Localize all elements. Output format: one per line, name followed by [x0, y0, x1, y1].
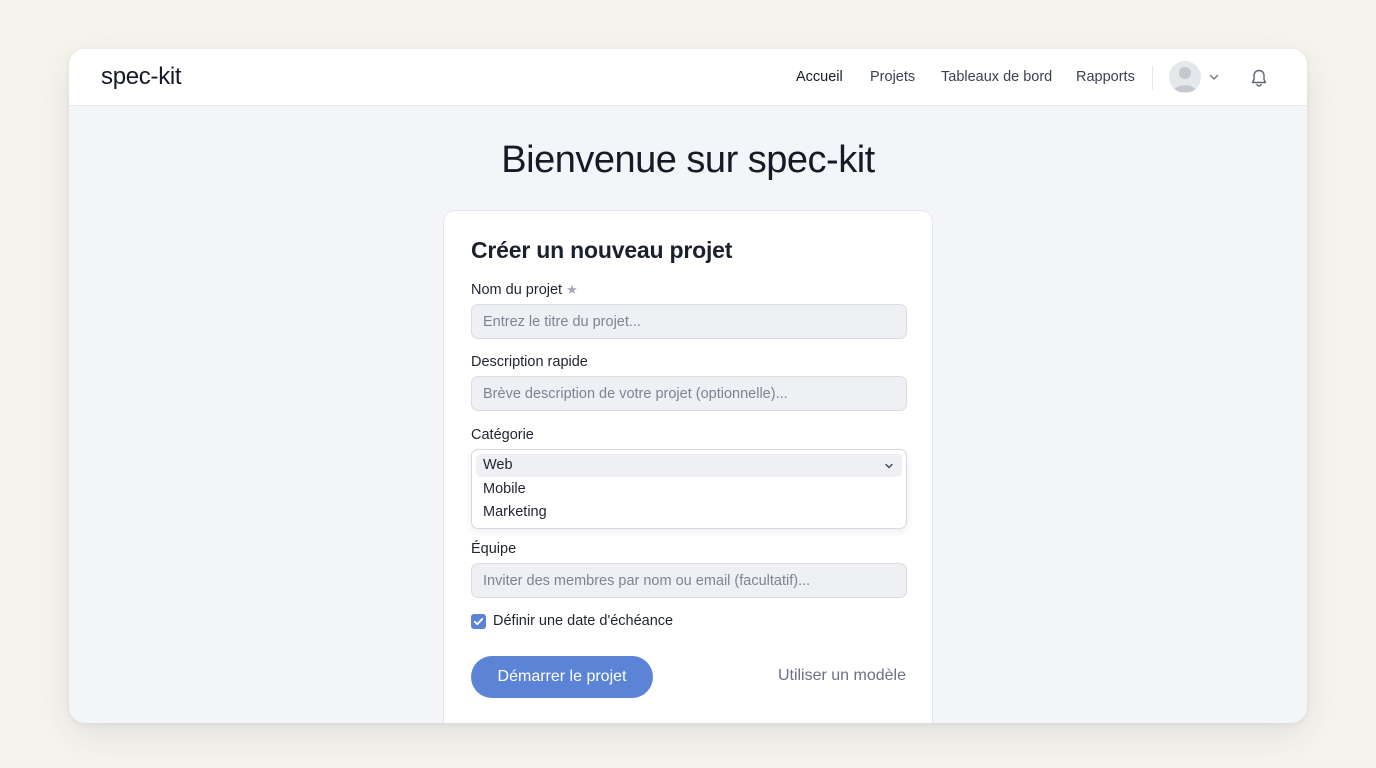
nav-divider [1152, 66, 1153, 90]
nav-item-accueil[interactable]: Accueil [796, 69, 843, 85]
category-option-web-label: Web [483, 457, 513, 473]
start-project-button[interactable]: Démarrer le projet [471, 656, 653, 698]
page-title: Bienvenue sur spec-kit [501, 139, 875, 181]
top-navigation-bar: spec-kit Accueil Projets Tableaux de bor… [69, 49, 1307, 106]
chevron-down-icon[interactable] [1208, 71, 1220, 83]
description-input[interactable] [471, 376, 907, 411]
app-window: spec-kit Accueil Projets Tableaux de bor… [69, 49, 1307, 723]
user-avatar[interactable] [1169, 61, 1201, 93]
category-option-marketing[interactable]: Marketing [476, 501, 902, 524]
required-star-icon: ★ [566, 282, 578, 297]
category-dropdown[interactable]: Web Mobile Marketing [471, 449, 907, 529]
checkmark-icon [473, 618, 484, 626]
team-label: Équipe [471, 541, 517, 557]
project-name-input[interactable] [471, 304, 907, 339]
nav-item-projets[interactable]: Projets [870, 69, 915, 85]
create-project-card: Créer un nouveau projet Nom du projet★ D… [443, 210, 933, 723]
form-title: Créer un nouveau projet [471, 237, 733, 263]
project-name-label-text: Nom du projet [471, 282, 563, 298]
nav-item-rapports[interactable]: Rapports [1076, 69, 1135, 85]
project-name-label: Nom du projet ★ [471, 282, 578, 298]
category-label: Catégorie [471, 427, 534, 443]
use-template-link[interactable]: Utiliser un modèle [778, 667, 906, 685]
bell-icon[interactable] [1248, 67, 1270, 89]
chevron-down-icon[interactable] [884, 461, 894, 471]
team-input[interactable] [471, 563, 907, 598]
user-icon [1173, 67, 1197, 92]
category-option-web[interactable]: Web [476, 454, 902, 477]
description-label: Description rapide [471, 354, 588, 370]
category-option-mobile[interactable]: Mobile [476, 478, 902, 501]
due-date-label[interactable]: Définir une date d'échéance [493, 613, 673, 629]
nav-item-tableaux-de-bord[interactable]: Tableaux de bord [941, 69, 1052, 85]
brand-logo[interactable]: spec-kit [101, 63, 182, 91]
due-date-checkbox[interactable] [471, 614, 486, 629]
